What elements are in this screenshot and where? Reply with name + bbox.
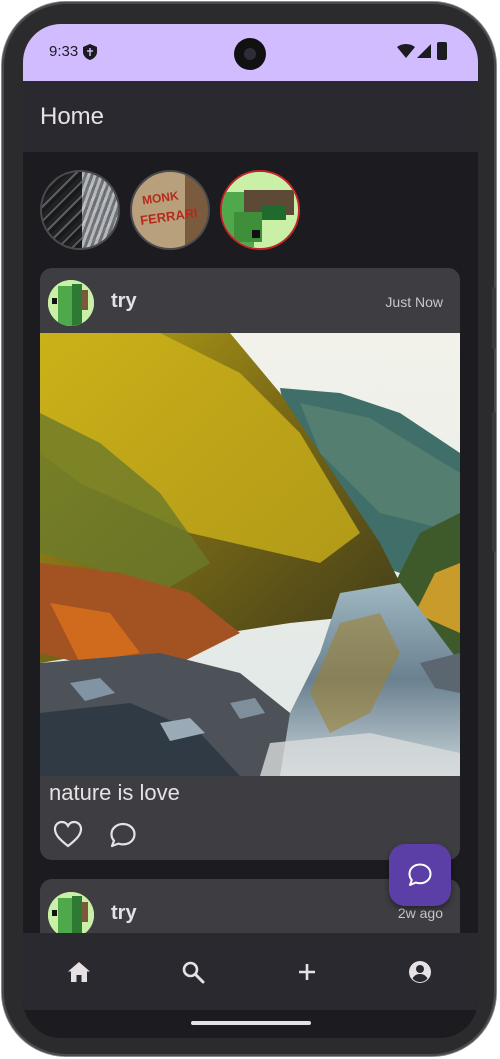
add-icon[interactable] (294, 959, 320, 985)
post-image[interactable] (40, 333, 460, 776)
power-button (492, 287, 496, 349)
signal-icon (417, 44, 431, 58)
wifi-icon (397, 44, 415, 58)
river-canyon-image (40, 333, 460, 776)
avatar[interactable] (48, 280, 94, 326)
story-laptop-keyboard[interactable] (40, 170, 120, 250)
post-username[interactable]: try (111, 290, 137, 313)
chat-bubble-icon (408, 863, 432, 886)
story-cover-text: MONK (141, 188, 180, 208)
gesture-bar[interactable] (191, 1021, 311, 1025)
story-green-pixel-avatar[interactable] (220, 170, 300, 250)
volume-button (492, 412, 496, 552)
post-username[interactable]: try (111, 902, 137, 925)
search-icon[interactable] (180, 959, 206, 985)
post-caption: nature is love (49, 780, 180, 805)
status-bar: 9:33 (23, 24, 478, 81)
battery-icon (437, 42, 447, 60)
comment-icon[interactable] (109, 821, 137, 849)
post-timestamp: 2w ago (397, 905, 443, 921)
app-bar: Home (23, 81, 478, 152)
front-camera (234, 38, 266, 70)
bottom-navigation (23, 933, 478, 1010)
story-cover-text: FERRARI (139, 205, 199, 228)
avatar[interactable] (48, 892, 94, 938)
phone-frame: 9:33 Home MONK FERRARI try Just Now natu… (2, 2, 496, 1056)
post-header: try Just Now (40, 268, 460, 333)
story-book-cover[interactable]: MONK FERRARI (130, 170, 210, 250)
screen: 9:33 Home MONK FERRARI try Just Now natu… (23, 24, 478, 1038)
page-title: Home (40, 103, 105, 130)
heart-icon[interactable] (53, 820, 83, 848)
status-time: 9:33 (49, 43, 79, 60)
chat-fab-button[interactable] (389, 844, 451, 906)
post-timestamp: Just Now (385, 294, 443, 310)
home-icon[interactable] (66, 959, 92, 985)
post-card: try Just Now nature is love (40, 268, 460, 860)
account-icon[interactable] (407, 959, 433, 985)
shield-icon (83, 44, 97, 60)
